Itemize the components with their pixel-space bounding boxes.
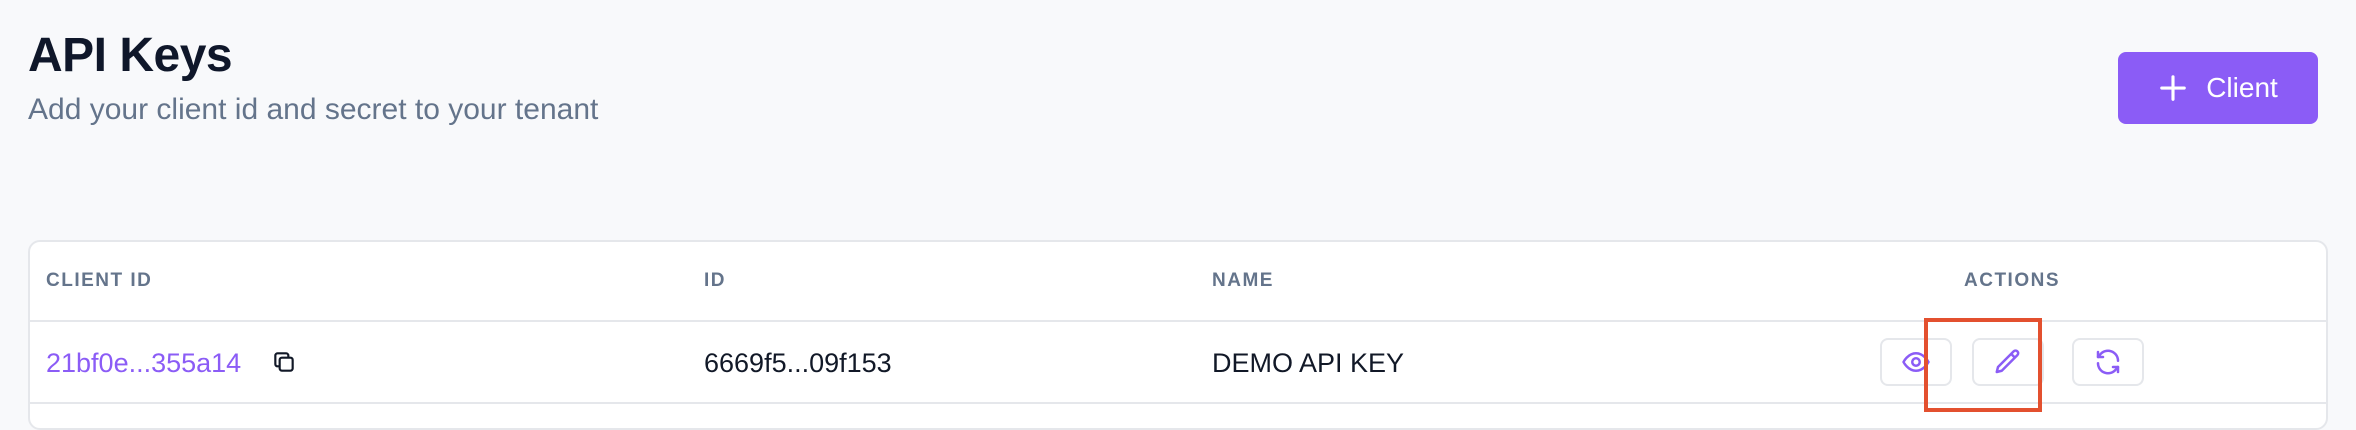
id-cell: 6669f5...09f153: [704, 348, 892, 378]
add-client-button[interactable]: Client: [2118, 52, 2318, 124]
api-keys-table: CLIENT ID ID NAME ACTIONS 21bf0e...355a1…: [28, 240, 2328, 430]
client-id-cell: 21bf0e...355a14: [46, 348, 241, 378]
pencil-icon: [1995, 349, 2020, 374]
column-header-name: NAME: [1212, 270, 1274, 291]
page-subtitle: Add your client id and secret to your te…: [28, 93, 599, 126]
view-button[interactable]: [1880, 338, 1952, 386]
name-cell: DEMO API KEY: [1212, 348, 1405, 378]
add-client-label: Client: [2206, 72, 2278, 103]
column-header-client-id: CLIENT ID: [46, 270, 153, 291]
client-id-link[interactable]: 21bf0e...355a14: [46, 348, 241, 378]
table-row: 21bf0e...355a14 6669f5...09f153 DEMO API…: [30, 322, 2326, 404]
column-header-actions: ACTIONS: [1964, 270, 2060, 291]
page-header: API Keys Add your client id and secret t…: [28, 28, 2328, 138]
page-title: API Keys: [28, 29, 233, 82]
copy-icon: [274, 352, 294, 372]
eye-icon: [1902, 352, 1930, 372]
copy-client-id-button[interactable]: [262, 340, 306, 384]
regenerate-button[interactable]: [2072, 338, 2144, 386]
table-header: CLIENT ID ID NAME ACTIONS: [30, 242, 2326, 322]
column-header-id: ID: [704, 270, 726, 291]
refresh-icon: [2096, 349, 2120, 375]
edit-button[interactable]: [1972, 338, 2044, 386]
plus-icon: [2160, 75, 2187, 101]
